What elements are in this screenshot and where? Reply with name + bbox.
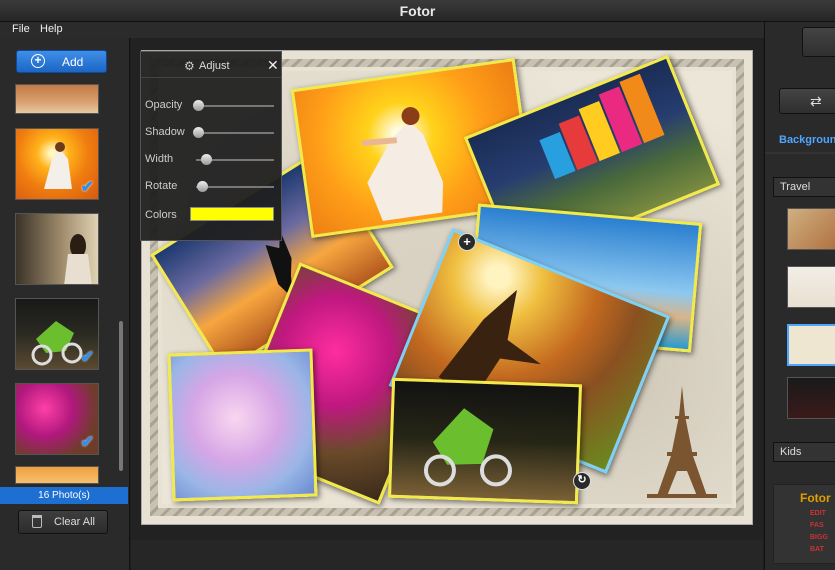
rotate-slider-knob[interactable]	[197, 181, 208, 192]
template-panel: ⇄ Background Travel Kids Fotor EDIT FAS …	[764, 22, 835, 570]
menu-file[interactable]: File	[12, 23, 30, 35]
collage-photo-motocross[interactable]	[387, 377, 583, 505]
photo-thumb[interactable]: ✔	[15, 128, 99, 200]
promo-bullet: FAS	[810, 522, 824, 529]
gear-icon: ⚙	[184, 59, 195, 73]
tab-background[interactable]: Background	[779, 134, 835, 146]
menu-help[interactable]: Help	[40, 23, 63, 35]
shuffle-icon: ⇄	[810, 93, 822, 109]
template-thumb[interactable]	[787, 208, 835, 250]
photo-thumb[interactable]	[15, 84, 99, 114]
rotate-label: Rotate	[145, 180, 178, 192]
width-slider-knob[interactable]	[201, 154, 212, 165]
add-photo-control-icon[interactable]: +	[458, 233, 476, 251]
section-kids[interactable]: Kids	[773, 442, 835, 462]
clear-label: Clear All	[54, 516, 95, 528]
scrollbar[interactable]	[119, 321, 123, 471]
trash-icon	[32, 515, 42, 528]
photo-thumb[interactable]	[15, 213, 99, 285]
promo-bullet: EDIT	[810, 510, 826, 517]
template-thumb[interactable]	[787, 266, 835, 308]
menu-bar: File Help	[0, 22, 835, 38]
rotate-control-icon[interactable]: ↻	[573, 472, 591, 490]
photo-count: 16 Photo(s)	[0, 487, 128, 504]
collage-photo-soft[interactable]	[167, 348, 318, 502]
add-label: Add	[62, 55, 84, 69]
photo-list-panel: + Add ✔ ✔ ✔ 16 Photo(s) Clear All	[0, 38, 130, 570]
shadow-slider[interactable]	[193, 127, 274, 138]
add-photo-button[interactable]: + Add	[16, 50, 107, 73]
photo-thumb[interactable]	[15, 466, 99, 484]
check-icon: ✔	[80, 349, 94, 366]
check-icon: ✔	[80, 179, 94, 196]
top-action-button[interactable]	[802, 27, 835, 57]
colors-label: Colors	[145, 209, 177, 221]
opacity-slider[interactable]	[193, 100, 274, 111]
adjust-title: Adjust	[199, 60, 230, 72]
color-swatch[interactable]	[190, 207, 274, 221]
shuffle-button[interactable]: ⇄	[779, 88, 835, 114]
clear-all-button[interactable]: Clear All	[18, 510, 108, 534]
photo-thumb[interactable]: ✔	[15, 383, 99, 455]
rotate-slider[interactable]	[196, 181, 274, 192]
width-label: Width	[145, 153, 174, 165]
photo-thumb[interactable]: ✔	[15, 298, 99, 370]
opacity-slider-knob[interactable]	[193, 100, 204, 111]
tab-divider	[765, 152, 835, 154]
promo-bullet: BAT	[810, 546, 824, 553]
eiffel-tower-icon	[647, 386, 717, 498]
shadow-slider-knob[interactable]	[193, 127, 204, 138]
shadow-label: Shadow	[145, 126, 185, 138]
template-thumb-selected[interactable]	[787, 324, 835, 366]
plus-icon: +	[31, 54, 45, 68]
check-icon: ✔	[80, 434, 94, 451]
adjust-header: ⚙ Adjust ✕	[141, 52, 281, 78]
app-title: Fotor	[399, 3, 436, 19]
width-slider[interactable]	[196, 154, 274, 165]
section-travel[interactable]: Travel	[773, 177, 835, 197]
promo-title: Fotor	[800, 491, 831, 505]
promo-box[interactable]: Fotor EDIT FAS BIGG BAT	[773, 484, 835, 564]
title-bar: Fotor	[0, 0, 835, 22]
opacity-label: Opacity	[145, 99, 183, 111]
adjust-panel: ⚙ Adjust ✕ Opacity Shadow Width Rotate C…	[140, 51, 282, 241]
canvas-footer	[131, 540, 763, 570]
template-thumb[interactable]	[787, 377, 835, 419]
close-icon[interactable]: ✕	[267, 57, 279, 74]
promo-bullet: BIGG	[810, 534, 828, 541]
